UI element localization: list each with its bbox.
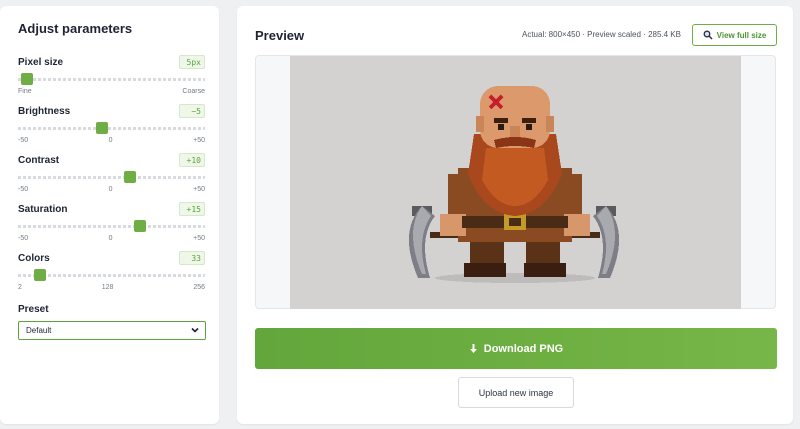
value-badge: +15 (179, 202, 205, 216)
slider-thumb[interactable] (124, 171, 137, 183)
scale-min: -50 (18, 235, 29, 242)
pixel-art-dwarf (408, 86, 620, 283)
scale-mid: 128 (101, 284, 114, 291)
download-png-label: Download PNG (483, 342, 564, 355)
pixel-size-slider[interactable] (18, 73, 205, 85)
panel-title: Adjust parameters (18, 21, 133, 36)
scale-min: -50 (18, 137, 29, 144)
param-pixel-size: Pixel size 5px Fine Coarse (18, 54, 205, 103)
slider-thumb[interactable] (34, 269, 47, 281)
scale-max: 256 (193, 284, 205, 291)
scale-min: 2 (18, 284, 22, 291)
slider-thumb[interactable] (133, 220, 146, 232)
view-full-size-label: View full size (716, 30, 767, 40)
view-full-size-button[interactable]: View full size (692, 24, 777, 46)
preset-select-value: Default (26, 326, 52, 335)
slider-scale: 2 128 256 (18, 284, 205, 291)
colors-slider[interactable] (18, 269, 205, 281)
scale-max: +50 (193, 235, 205, 242)
download-png-button[interactable]: Download PNG (255, 328, 777, 369)
preset-label: Preset (18, 304, 49, 315)
brightness-slider[interactable] (18, 122, 205, 134)
scale-mid: 0 (108, 235, 113, 242)
param-label: Colors (18, 252, 50, 264)
scale-min: Fine (18, 88, 32, 95)
preview-title: Preview (255, 28, 305, 43)
magnifier-icon (703, 30, 713, 40)
scale-min: -50 (18, 186, 29, 193)
download-arrow-icon (469, 343, 477, 353)
scale-max: +50 (193, 137, 205, 144)
param-contrast: Contrast +10 -50 0 +50 (18, 152, 205, 201)
param-label: Contrast (18, 154, 60, 166)
chevron-down-icon (191, 327, 199, 333)
preview-canvas (290, 56, 741, 309)
param-label: Brightness (18, 105, 71, 117)
contrast-slider[interactable] (18, 171, 205, 183)
param-label: Pixel size (18, 56, 64, 68)
param-brightness: Brightness −5 -50 0 +50 (18, 103, 205, 152)
param-saturation: Saturation +15 -50 0 +50 (18, 201, 205, 250)
image-meta: Actual: 800×450 · Preview scaled · 285.4… (522, 30, 681, 39)
adjust-parameters-panel: Adjust parameters Pixel size 5px Fine Co… (0, 6, 219, 424)
upload-new-image-label: Upload new image (478, 387, 554, 398)
value-badge: 5px (179, 55, 205, 69)
slider-thumb[interactable] (96, 122, 109, 134)
saturation-slider[interactable] (18, 220, 205, 232)
preview-canvas-frame (255, 55, 776, 309)
preview-panel: Preview Actual: 800×450 · Preview scaled… (237, 6, 793, 424)
param-colors: Colors 33 2 128 256 (18, 250, 205, 299)
param-label: Saturation (18, 203, 68, 215)
preset-select[interactable]: Default (18, 321, 206, 340)
scale-mid: 0 (108, 137, 113, 144)
slider-thumb[interactable] (21, 73, 34, 85)
upload-new-image-button[interactable]: Upload new image (458, 377, 574, 408)
value-badge: −5 (179, 104, 205, 118)
slider-scale: Fine Coarse (18, 88, 205, 95)
scale-mid: 0 (108, 186, 113, 193)
slider-scale: -50 0 +50 (18, 186, 205, 193)
value-badge: +10 (179, 153, 205, 167)
slider-scale: -50 0 +50 (18, 137, 205, 144)
slider-scale: -50 0 +50 (18, 235, 205, 242)
scale-max: +50 (193, 186, 205, 193)
value-badge: 33 (179, 251, 205, 265)
scale-max: Coarse (182, 88, 205, 95)
